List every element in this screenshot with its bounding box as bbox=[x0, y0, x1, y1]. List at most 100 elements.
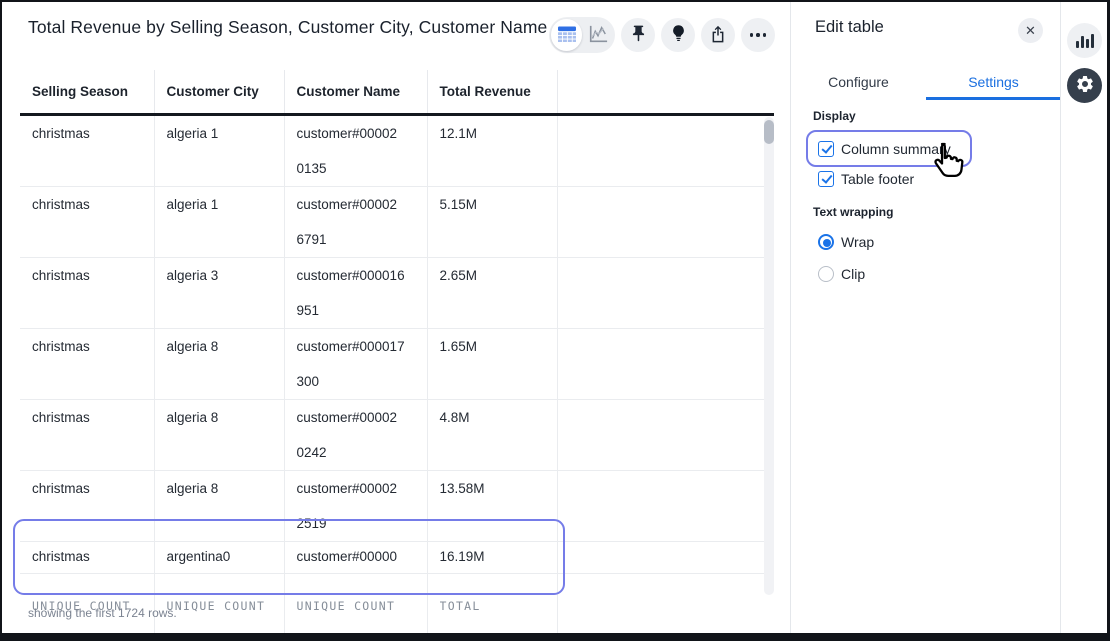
table-view-button[interactable] bbox=[551, 19, 582, 51]
option-label: Clip bbox=[841, 266, 865, 282]
summary-value: 18.05B bbox=[428, 634, 543, 641]
column-header-empty[interactable] bbox=[557, 70, 774, 114]
cell[interactable]: algeria 3 bbox=[154, 257, 284, 328]
column-header-selling-season[interactable]: Selling Season bbox=[20, 70, 154, 114]
option-label: Table footer bbox=[841, 171, 914, 187]
cell[interactable]: 16.19M bbox=[427, 541, 557, 573]
table-footer-checkbox[interactable] bbox=[818, 171, 834, 187]
explore-button[interactable] bbox=[661, 18, 695, 52]
cell[interactable]: customer#00002 6791 bbox=[284, 186, 427, 257]
pin-button[interactable] bbox=[621, 18, 655, 52]
cell-empty[interactable] bbox=[557, 399, 774, 470]
column-summary-checkbox[interactable] bbox=[818, 141, 834, 157]
summary-cell[interactable]: TOTAL 18.05B bbox=[427, 573, 557, 641]
cell[interactable]: customer#00002 0242 bbox=[284, 399, 427, 470]
view-toggle bbox=[549, 17, 615, 53]
ellipsis-icon bbox=[750, 33, 767, 37]
pushpin-icon bbox=[629, 24, 648, 46]
cell[interactable]: customer#00000 bbox=[284, 541, 427, 573]
column-header-customer-city[interactable]: Customer City bbox=[154, 70, 284, 114]
option-label: Wrap bbox=[841, 234, 874, 250]
cell[interactable]: christmas bbox=[20, 328, 154, 399]
cell[interactable]: customer#00002 2519 bbox=[284, 470, 427, 541]
cell[interactable]: customer#00002 0135 bbox=[284, 114, 427, 186]
table-row: christmas algeria 1 customer#00002 0135 … bbox=[20, 114, 774, 186]
share-icon bbox=[709, 24, 727, 47]
table-footer-option[interactable]: Table footer bbox=[818, 171, 914, 187]
cell[interactable]: 13.58M bbox=[427, 470, 557, 541]
summary-label: UNIQUE COUNT bbox=[297, 589, 415, 624]
cell[interactable]: algeria 1 bbox=[154, 186, 284, 257]
table-header-row: Selling Season Customer City Customer Na… bbox=[20, 70, 774, 114]
cell[interactable]: 2.65M bbox=[427, 257, 557, 328]
summary-value: 248 bbox=[155, 634, 270, 641]
chart-panel-button[interactable] bbox=[1067, 23, 1102, 58]
summary-cell-empty[interactable] bbox=[557, 573, 774, 641]
tab-settings[interactable]: Settings bbox=[926, 64, 1061, 100]
panel-title: Edit table bbox=[815, 18, 884, 37]
cell[interactable]: customer#000017 300 bbox=[284, 328, 427, 399]
summary-value: 5 bbox=[20, 634, 140, 641]
settings-gear-button[interactable] bbox=[1067, 68, 1102, 103]
cell[interactable]: 12.1M bbox=[427, 114, 557, 186]
cell[interactable]: christmas bbox=[20, 399, 154, 470]
page-title: Total Revenue by Selling Season, Custome… bbox=[28, 17, 547, 38]
cell-empty[interactable] bbox=[557, 114, 774, 186]
side-rail bbox=[1060, 2, 1107, 633]
chart-view-button[interactable] bbox=[582, 19, 613, 51]
display-section-label: Display bbox=[813, 109, 856, 123]
summary-cell[interactable]: UNIQUE COUNT 1.18K bbox=[284, 573, 427, 641]
row-count-note: showing the first 1724 rows. bbox=[28, 606, 177, 620]
cell[interactable]: christmas bbox=[20, 470, 154, 541]
scrollbar-thumb[interactable] bbox=[764, 120, 774, 144]
wrap-radio[interactable] bbox=[818, 234, 834, 250]
cell[interactable]: 4.8M bbox=[427, 399, 557, 470]
cell[interactable]: christmas bbox=[20, 114, 154, 186]
cell-empty[interactable] bbox=[557, 328, 774, 399]
cell[interactable]: 1.65M bbox=[427, 328, 557, 399]
cell[interactable]: argentina0 bbox=[154, 541, 284, 573]
cell-empty[interactable] bbox=[557, 470, 774, 541]
cell-empty[interactable] bbox=[557, 186, 774, 257]
data-table: Selling Season Customer City Customer Na… bbox=[20, 70, 774, 641]
table-row: christmas argentina0 customer#00000 16.1… bbox=[20, 541, 774, 573]
app-window: Total Revenue by Selling Season, Custome… bbox=[0, 0, 1110, 641]
wrap-option[interactable]: Wrap bbox=[818, 234, 874, 250]
cell[interactable]: algeria 1 bbox=[154, 114, 284, 186]
column-header-total-revenue[interactable]: Total Revenue bbox=[427, 70, 557, 114]
cell[interactable]: algeria 8 bbox=[154, 399, 284, 470]
cell[interactable]: christmas bbox=[20, 257, 154, 328]
line-chart-icon bbox=[587, 24, 609, 47]
cell[interactable]: algeria 8 bbox=[154, 470, 284, 541]
edit-table-panel: Edit table ✕ Configure Settings Display … bbox=[790, 2, 1060, 633]
more-options-button[interactable] bbox=[741, 18, 775, 52]
table-pane: Total Revenue by Selling Season, Custome… bbox=[2, 2, 790, 633]
bar-chart-icon bbox=[1076, 34, 1094, 48]
text-wrapping-section-label: Text wrapping bbox=[813, 205, 893, 219]
close-panel-button[interactable]: ✕ bbox=[1018, 18, 1043, 43]
cell[interactable]: 5.15M bbox=[427, 186, 557, 257]
cell[interactable]: customer#000016 951 bbox=[284, 257, 427, 328]
cell-empty[interactable] bbox=[557, 257, 774, 328]
table-icon bbox=[557, 25, 577, 46]
option-label: Column summary bbox=[841, 141, 951, 157]
close-icon: ✕ bbox=[1025, 23, 1036, 38]
column-header-customer-name[interactable]: Customer Name bbox=[284, 70, 427, 114]
gear-icon bbox=[1075, 74, 1095, 97]
share-button[interactable] bbox=[701, 18, 735, 52]
summary-label: UNIQUE COUNT bbox=[167, 589, 272, 624]
column-summary-option[interactable]: Column summary bbox=[818, 141, 951, 157]
cell[interactable]: christmas bbox=[20, 186, 154, 257]
summary-value: 1.18K bbox=[285, 634, 413, 641]
table-row: christmas algeria 8 customer#00002 0242 … bbox=[20, 399, 774, 470]
table-row: christmas algeria 1 customer#00002 6791 … bbox=[20, 186, 774, 257]
cell-empty[interactable] bbox=[557, 541, 774, 573]
cell[interactable]: christmas bbox=[20, 541, 154, 573]
vertical-scrollbar[interactable] bbox=[764, 117, 774, 595]
tab-configure[interactable]: Configure bbox=[791, 64, 926, 100]
clip-option[interactable]: Clip bbox=[818, 266, 865, 282]
cell[interactable]: algeria 8 bbox=[154, 328, 284, 399]
element-toolbar bbox=[549, 17, 775, 53]
panel-tabs: Configure Settings bbox=[791, 64, 1061, 100]
clip-radio[interactable] bbox=[818, 266, 834, 282]
